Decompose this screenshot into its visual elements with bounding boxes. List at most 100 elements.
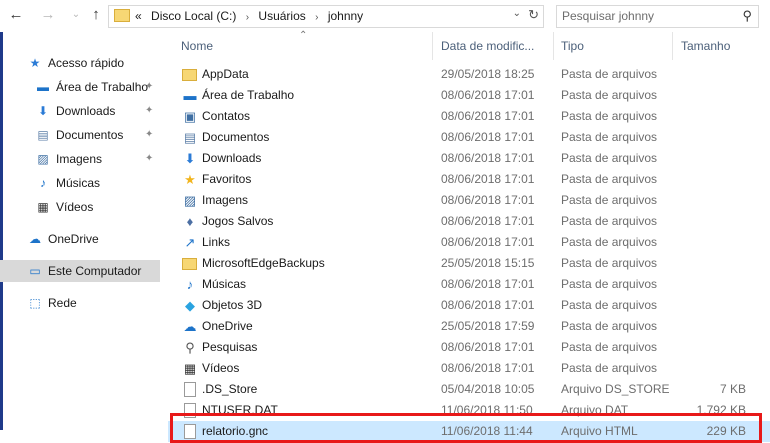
file-name: Contatos <box>202 109 251 123</box>
contacts-icon: ▣ <box>183 109 197 124</box>
file-date: 08/06/2018 17:01 <box>441 298 535 312</box>
folder-icon <box>114 9 130 22</box>
file-name: Documentos <box>202 130 270 144</box>
star-icon: ★ <box>184 172 196 187</box>
column-divider[interactable] <box>432 32 433 60</box>
pin-icon[interactable]: ✦ <box>145 76 153 98</box>
column-divider[interactable] <box>553 32 554 60</box>
file-type: Pasta de arquivos <box>561 88 658 102</box>
file-row[interactable]: ◆ Objetos 3D 08/06/2018 17:01 Pasta de arqu… <box>168 295 770 316</box>
file-date: 08/06/2018 17:01 <box>441 235 535 249</box>
chevron-down-icon[interactable]: ⌄ <box>513 8 521 19</box>
forward-arrow-icon[interactable]: → <box>38 5 58 25</box>
file-name: Vídeos <box>202 361 240 375</box>
nav-item-documentos[interactable]: ▤ Documentos ✦ <box>0 124 160 146</box>
file-date: 08/06/2018 17:01 <box>441 109 535 123</box>
up-arrow-icon[interactable]: ↑ <box>86 5 106 25</box>
nav-item-label: OneDrive <box>48 232 99 246</box>
breadcrumb-usuarios[interactable]: Usuários <box>258 9 305 23</box>
file-date: 08/06/2018 17:01 <box>441 172 535 186</box>
file-row[interactable]: ♦ Jogos Salvos 08/06/2018 17:01 Pasta de ar… <box>168 211 770 232</box>
pin-icon[interactable]: ✦ <box>145 124 153 146</box>
search-icon[interactable]: ⚲ <box>742 8 752 24</box>
column-type[interactable]: Tipo <box>561 39 584 53</box>
file-type: Pasta de arquivos <box>561 130 658 144</box>
refresh-icon[interactable]: ↻ <box>528 7 539 23</box>
file-name: Links <box>202 235 231 249</box>
breadcrumb-overflow[interactable]: « <box>135 9 142 23</box>
column-name[interactable]: Nome <box>181 39 213 53</box>
nav-item-downloads[interactable]: ⬇ Downloads ✦ <box>0 100 160 122</box>
search-input[interactable] <box>562 8 727 24</box>
file-date: 08/06/2018 17:01 <box>441 214 535 228</box>
file-name: Favoritos <box>202 172 252 186</box>
file-row[interactable]: ⚲ Pesquisas 08/06/2018 17:01 Pasta de arqui… <box>168 337 770 358</box>
file-row[interactable]: ♪ Músicas 08/06/2018 17:01 Pasta de arquivo… <box>168 274 770 295</box>
file-row[interactable]: ▦ Vídeos 08/06/2018 17:01 Pasta de arquivos <box>168 358 770 379</box>
search-box[interactable]: ⚲ <box>556 5 759 28</box>
breadcrumb-separator-icon[interactable]: › <box>246 12 249 23</box>
desktop-icon: ▬ <box>37 80 49 94</box>
file-date: 08/06/2018 17:01 <box>441 277 535 291</box>
file-name: Área de Trabalho <box>202 88 295 102</box>
breadcrumb-separator-icon[interactable]: › <box>315 12 318 23</box>
document-icon: ▤ <box>183 130 197 145</box>
nav-item-vídeos[interactable]: ▦ Vídeos <box>0 196 160 218</box>
pictures-icon: ▨ <box>183 193 197 208</box>
breadcrumb-disk[interactable]: Disco Local (C:) <box>151 9 236 23</box>
file-type: Pasta de arquivos <box>561 193 658 207</box>
file-row[interactable]: ▨ Imagens 08/06/2018 17:01 Pasta de arquivo… <box>168 190 770 211</box>
cloud-icon: ☁ <box>29 232 41 246</box>
address-bar[interactable]: « Disco Local (C:) › Usuários › johnny ⌄… <box>108 5 544 28</box>
file-date: 05/04/2018 10:05 <box>441 382 535 396</box>
file-name: MicrosoftEdgeBackups <box>202 256 325 270</box>
music-icon: ♪ <box>186 277 194 292</box>
file-date: 29/05/2018 18:25 <box>441 67 535 81</box>
file-type: Pasta de arquivos <box>561 298 658 312</box>
file-type: Pasta de arquivos <box>561 256 658 270</box>
file-row[interactable]: ⬇ Downloads 08/06/2018 17:01 Pasta de arqui… <box>168 148 770 169</box>
star-icon: ★ <box>29 56 41 70</box>
sort-up-icon: ⌃ <box>299 30 308 41</box>
nav-item-label: Músicas <box>56 176 101 190</box>
nav-item-onedrive[interactable]: ☁ OneDrive <box>0 228 160 250</box>
file-row[interactable]: ★ Favoritos 08/06/2018 17:01 Pasta de arqui… <box>168 169 770 190</box>
file-row[interactable]: ▤ Documentos 08/06/2018 17:01 Pasta de arqu… <box>168 127 770 148</box>
column-header: ⌃ Nome Data de modific... Tipo Tamanho <box>168 30 770 60</box>
cube-icon: ◆ <box>185 298 195 313</box>
nav-item-rede[interactable]: ⬚ Rede <box>0 292 160 314</box>
column-divider[interactable] <box>672 32 673 60</box>
computer-icon: ▭ <box>29 264 41 278</box>
video-icon: ▦ <box>183 361 197 376</box>
file-row[interactable]: MicrosoftEdgeBackups 25/05/2018 15:15 Past… <box>168 253 770 274</box>
file-row[interactable]: ☁ OneDrive 25/05/2018 17:59 Pasta de arquiv… <box>168 316 770 337</box>
column-date[interactable]: Data de modific... <box>441 39 534 53</box>
file-row[interactable]: ▬ Área de Trabalho 08/06/2018 17:01 Pasta d… <box>168 85 770 106</box>
column-size[interactable]: Tamanho <box>681 39 730 53</box>
nav-item-imagens[interactable]: ▨ Imagens ✦ <box>0 148 160 170</box>
nav-item-músicas[interactable]: ♪ Músicas <box>0 172 160 194</box>
file-type: Pasta de arquivos <box>561 361 658 375</box>
file-type: Arquivo DS_STORE <box>561 382 670 396</box>
nav-item-área-de-trabalho[interactable]: ▬ Área de Trabalho ✦ <box>0 76 160 98</box>
file-row[interactable]: .DS_Store 05/04/2018 10:05 Arquivo DS_STOR… <box>168 379 770 400</box>
file-row[interactable]: ↗ Links 08/06/2018 17:01 Pasta de arquivos <box>168 232 770 253</box>
file-row[interactable]: ▣ Contatos 08/06/2018 17:01 Pasta de arquiv… <box>168 106 770 127</box>
navigation-pane: ★ Acesso rápido ▬ Área de Trabalho ✦ ⬇ Downloa… <box>0 32 160 430</box>
desktop-icon: ▬ <box>183 88 197 103</box>
breadcrumb[interactable]: « Disco Local (C:) › Usuários › johnny <box>135 9 369 23</box>
file-name: AppData <box>202 67 249 81</box>
file-name: Músicas <box>202 277 247 291</box>
file-name: Downloads <box>202 151 262 165</box>
address-toolbar: ← → ⌄ ↑ « Disco Local (C:) › Usuários › … <box>0 0 770 32</box>
file-row[interactable]: AppData 29/05/2018 18:25 Pasta de arquivos <box>168 64 770 85</box>
nav-item-label: Vídeos <box>56 200 94 214</box>
nav-item-este-computador[interactable]: ▭ Este Computador <box>0 260 160 282</box>
pin-icon[interactable]: ✦ <box>145 100 153 122</box>
back-arrow-icon[interactable]: ← <box>6 5 26 25</box>
pin-icon[interactable]: ✦ <box>145 148 153 170</box>
nav-item-label: Imagens <box>56 152 103 166</box>
breadcrumb-johnny[interactable]: johnny <box>328 9 363 23</box>
nav-item-acesso-rápido[interactable]: ★ Acesso rápido <box>0 52 160 74</box>
recent-locations-chevron-icon[interactable]: ⌄ <box>66 5 86 25</box>
